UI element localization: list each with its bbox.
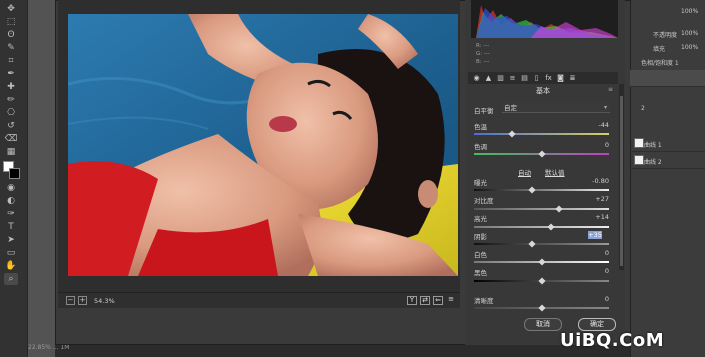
exposure-slider-track[interactable] [474,189,609,191]
eraser-icon[interactable]: ⌫ [4,133,18,145]
contrast-slider-track[interactable] [474,208,609,210]
temperature-label: 色温 [474,123,487,131]
split-tone-tab-icon[interactable]: ▤ [520,74,529,82]
before-after-y-button[interactable]: Y [407,296,417,305]
whites-value[interactable]: 0 [582,249,609,257]
zoom-icon[interactable]: ⌕ [4,273,18,285]
blacks-value[interactable]: 0 [582,267,609,275]
type-icon[interactable]: T [4,221,18,233]
highlights-label: 高光 [474,215,487,223]
extra-value: 100% [681,8,699,15]
exposure-label: 曝光 [474,179,487,187]
temperature-value[interactable]: -44 [582,121,609,129]
stamp-icon[interactable]: ⎔ [4,107,18,119]
red-readout: R: --- [476,43,490,49]
fill-label: 填充 [653,46,666,53]
green-readout: G: --- [476,51,490,57]
fx-tab-icon[interactable]: fx [544,74,553,82]
tint-value[interactable]: 0 [582,141,609,149]
blacks-label: 黑色 [474,269,487,277]
brush-icon[interactable]: ✏ [4,94,18,106]
clarity-value[interactable]: 0 [582,295,609,303]
document-status: 22.85% ... 1M [28,344,70,351]
white-balance-select[interactable]: 自定 ▾ [502,103,610,113]
panel-title: 基本 [536,87,550,95]
document-backdrop [28,0,55,357]
opacity-value[interactable]: 100% [681,30,698,37]
shadows-label: 阴影 [474,233,487,241]
watermark: UiBQ.CoM [560,330,665,351]
crop-icon[interactable]: ⌗ [4,55,18,67]
layer-row-selected[interactable] [630,70,705,87]
whites-label: 白色 [474,251,487,259]
highlights-slider-track[interactable] [474,226,609,228]
preview-preferences-icon[interactable]: ≡ [446,296,456,305]
hsl-tab-icon[interactable]: ≡ [508,74,517,82]
preview-bottom-bar: − + 54.3% Y ⇄ ⇐ ≡ [58,292,460,308]
shape-icon[interactable]: ▭ [4,247,18,259]
panel-menu-icon[interactable]: ≡ [608,86,613,93]
histogram [471,0,618,38]
layer-thumbnail [634,138,644,148]
contrast-value[interactable]: +27 [582,195,609,203]
fill-value[interactable]: 100% [681,44,698,51]
shadows-slider-track[interactable] [474,243,609,245]
zoom-in-button[interactable]: + [78,296,87,305]
rgb-readout: R: --- G: --- B: --- [476,42,490,66]
camera-cal-tab-icon[interactable]: ◙ [556,74,565,82]
blue-readout: B: --- [476,59,490,65]
tone-curve-tab-icon[interactable]: ▲ [484,74,493,82]
zoom-out-button[interactable]: − [66,296,75,305]
exposure-value[interactable]: -0.80 [582,177,609,185]
layer-row-curves-1[interactable]: 曲线 1 [630,135,705,152]
background-color-swatch[interactable] [9,168,20,179]
layer-thumbnail [634,155,644,165]
swap-settings-button[interactable]: ⇄ [420,296,430,305]
opacity-label: 不透明度 [653,32,678,39]
detail-tab-icon[interactable]: ▥ [496,74,505,82]
tint-label: 色调 [474,143,487,151]
shadows-value[interactable]: +35 [588,231,602,239]
dodge-icon[interactable]: ◐ [4,195,18,207]
contrast-label: 对比度 [474,197,494,205]
temperature-slider-track[interactable] [474,133,609,135]
quick-select-icon[interactable]: ✎ [4,42,18,54]
zoom-level[interactable]: 54.3% [94,297,115,305]
clarity-label: 清晰度 [474,297,494,305]
cancel-button[interactable]: 取消 [524,318,562,331]
pen-icon[interactable]: ✑ [4,208,18,220]
blur-icon[interactable]: ◉ [4,182,18,194]
healing-icon[interactable]: ✚ [4,81,18,93]
hand-icon[interactable]: ✋ [4,260,18,272]
basic-tab-icon[interactable]: ◉ [472,74,481,82]
path-select-icon[interactable]: ➤ [4,234,18,246]
layer-number-label: 2 [641,105,645,112]
layer-row-curves-2[interactable]: 曲线 2 [630,152,705,169]
hue-saturation-label: 色相/饱和度 1 [641,60,679,67]
layers-panel: 不透明度 100% 填充 100% 色相/饱和度 1 100% 2 [630,0,705,357]
histogram-graph [476,5,618,38]
default-link[interactable]: 默认值 [545,167,565,177]
presets-tab-icon[interactable]: ≣ [568,74,577,82]
copy-settings-button[interactable]: ⇐ [433,296,443,305]
history-brush-icon[interactable]: ↺ [4,120,18,132]
lasso-icon[interactable]: ʘ [4,29,18,41]
lens-tab-icon[interactable]: ▯ [532,74,541,82]
panel-scroll-thumb[interactable] [620,96,623,266]
preview-image[interactable] [68,14,458,276]
chevron-down-icon: ▾ [603,104,607,111]
eyedropper-icon[interactable]: ✒ [4,68,18,80]
layer-name: 曲线 1 [644,142,662,149]
portrait-photo [68,14,458,276]
gradient-icon[interactable]: ▦ [4,146,18,158]
auto-link[interactable]: 自动 [518,167,531,177]
white-balance-value: 自定 [504,104,517,112]
layer-name: 曲线 2 [644,159,662,166]
white-balance-label: 白平衡 [474,107,494,115]
panel-tabs: ◉ ▲ ▥ ≡ ▤ ▯ fx ◙ ≣ [468,72,618,84]
marquee-icon[interactable]: ⬚ [4,16,18,28]
move-icon[interactable]: ✥ [4,3,18,15]
highlights-value[interactable]: +14 [582,213,609,221]
